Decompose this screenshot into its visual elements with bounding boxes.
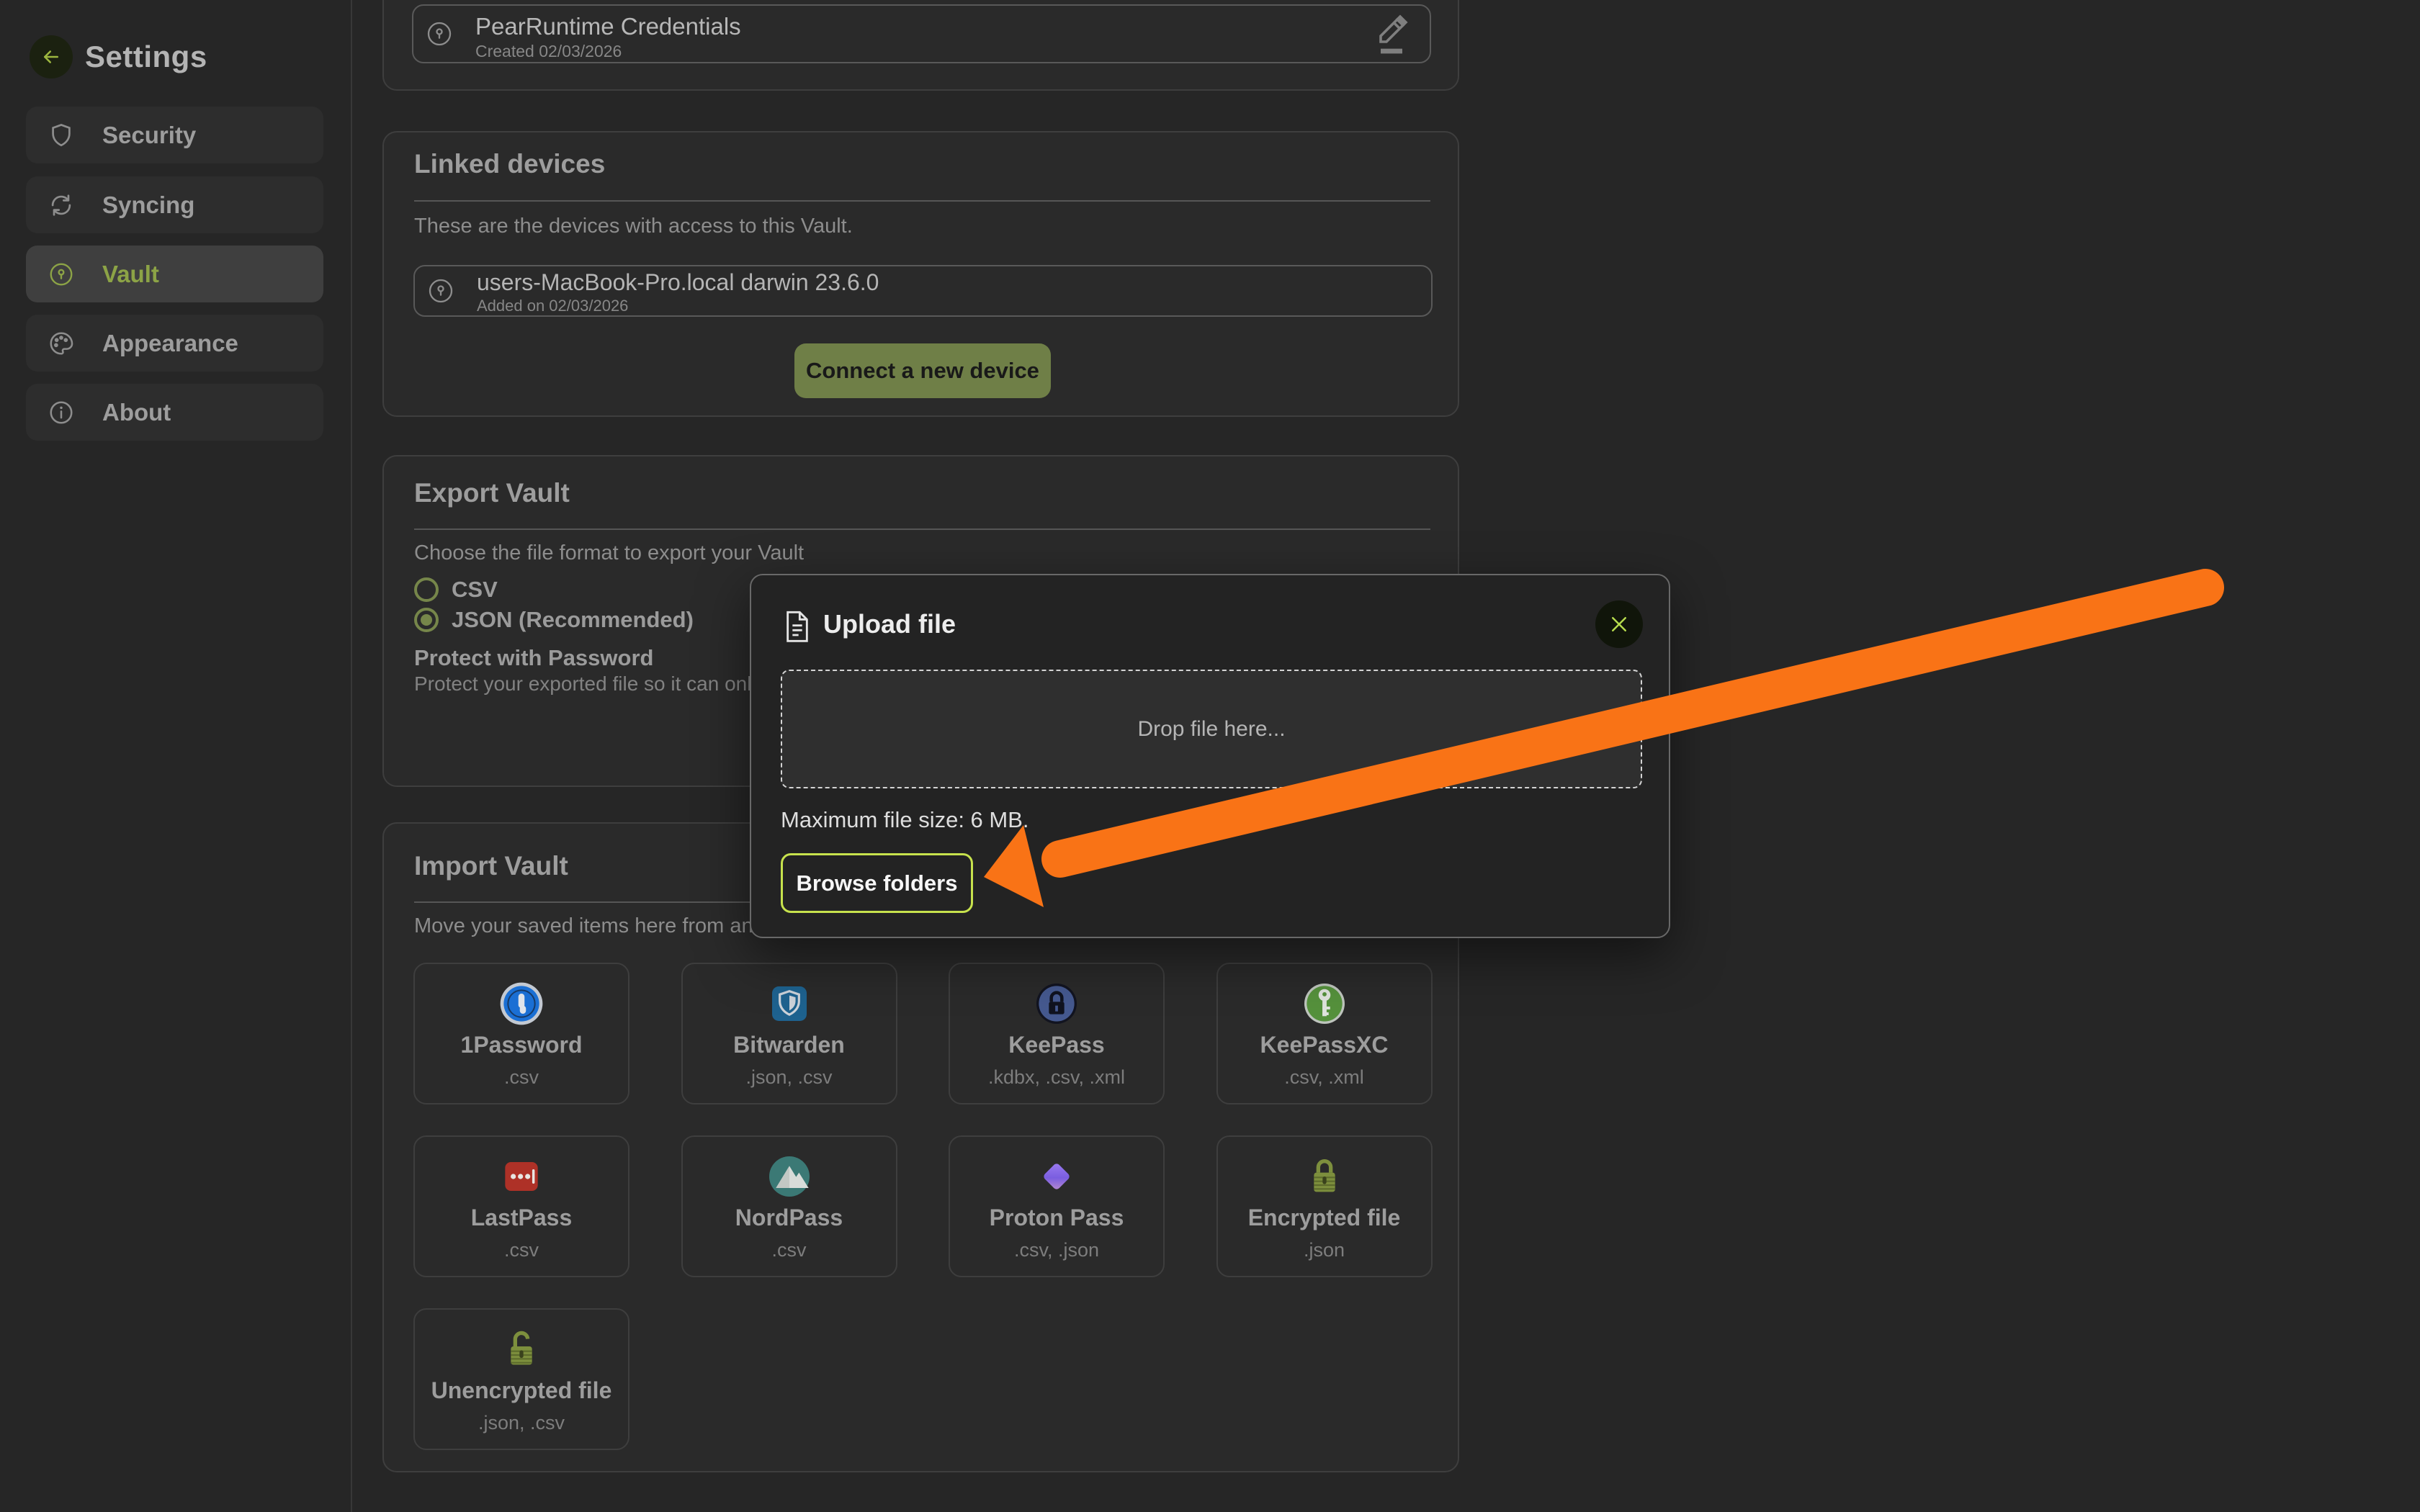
sidebar-item-security[interactable]: Security [26, 107, 323, 163]
unlock-icon [415, 1326, 628, 1373]
sidebar-item-about[interactable]: About [26, 384, 323, 441]
divider [414, 528, 1430, 530]
vault-credentials-item[interactable]: PearRuntime Credentials Created 02/03/20… [412, 4, 1431, 63]
radio-label: JSON (Recommended) [452, 607, 694, 633]
radio-selected-icon [414, 608, 439, 632]
import-tile-unencrypted-file[interactable]: Unencrypted file .json, .csv [413, 1308, 629, 1450]
vault-key-icon [48, 261, 75, 288]
key-icon [425, 19, 454, 48]
tile-name: LastPass [415, 1205, 628, 1231]
export-vault-heading: Export Vault [414, 478, 570, 508]
radio-csv[interactable]: CSV [414, 575, 694, 605]
device-row[interactable]: users-MacBook-Pro.local darwin 23.6.0 Ad… [413, 265, 1433, 317]
tile-name: Unencrypted file [415, 1377, 628, 1404]
radio-label: CSV [452, 577, 498, 603]
file-icon [783, 610, 812, 644]
sidebar-item-appearance[interactable]: Appearance [26, 315, 323, 372]
info-icon [48, 399, 75, 426]
page-title: Settings [85, 40, 207, 74]
sidebar-item-label: Security [102, 122, 196, 149]
max-file-size-note: Maximum file size: 6 MB. [781, 807, 1029, 833]
tile-name: NordPass [683, 1205, 896, 1231]
radio-unselected-icon [414, 577, 439, 602]
tile-formats: .json, .csv [683, 1066, 896, 1089]
import-tile-nordpass[interactable]: NordPass .csv [681, 1135, 897, 1277]
key-icon [426, 276, 455, 305]
upload-file-modal: Upload file Drop file here... Maximum fi… [750, 574, 1670, 938]
tile-name: Encrypted file [1218, 1205, 1431, 1231]
sidebar-item-label: Appearance [102, 330, 238, 357]
back-button[interactable] [30, 35, 73, 78]
protonpass-icon [950, 1153, 1163, 1200]
tile-name: Bitwarden [683, 1032, 896, 1058]
import-tile-lastpass[interactable]: LastPass .csv [413, 1135, 629, 1277]
tile-formats: .csv, .xml [1218, 1066, 1431, 1089]
import-tile-keepass[interactable]: KeePass .kdbx, .csv, .xml [949, 963, 1165, 1104]
lock-icon [1218, 1153, 1431, 1200]
modal-title: Upload file [823, 609, 956, 639]
nordpass-icon [683, 1153, 896, 1200]
import-vault-heading: Import Vault [414, 851, 568, 881]
tile-name: 1Password [415, 1032, 628, 1058]
sidebar-item-syncing[interactable]: Syncing [26, 176, 323, 233]
import-tile-keepassxc[interactable]: KeePassXC .csv, .xml [1216, 963, 1433, 1104]
import-tile-bitwarden[interactable]: Bitwarden .json, .csv [681, 963, 897, 1104]
tile-formats: .csv [415, 1066, 628, 1089]
device-added-date: Added on 02/03/2026 [477, 297, 628, 315]
palette-icon [48, 330, 75, 357]
tile-formats: .csv [683, 1239, 896, 1261]
protect-with-password-title: Protect with Password [414, 645, 653, 671]
shield-icon [48, 122, 75, 149]
divider [414, 200, 1430, 202]
sidebar-item-label: Vault [102, 261, 159, 288]
settings-sidebar: Settings Security Syncing Vault Appearance A… [0, 0, 352, 1512]
linked-devices-heading: Linked devices [414, 149, 605, 179]
tile-name: KeePassXC [1218, 1032, 1431, 1058]
tile-name: KeePass [950, 1032, 1163, 1058]
radio-json-recommended-[interactable]: JSON (Recommended) [414, 605, 694, 635]
import-tile-proton-pass[interactable]: Proton Pass .csv, .json [949, 1135, 1165, 1277]
sidebar-item-label: About [102, 399, 171, 426]
close-button[interactable] [1595, 600, 1643, 648]
tile-formats: .kdbx, .csv, .xml [950, 1066, 1163, 1089]
protect-with-password-description: Protect your exported file so it can onl… [414, 672, 789, 696]
back-arrow-icon [40, 46, 62, 68]
browse-folders-button[interactable]: Browse folders [781, 853, 973, 913]
linked-devices-card: Linked devices These are the devices wit… [382, 131, 1459, 417]
bitwarden-icon [683, 980, 896, 1027]
export-format-description: Choose the file format to export your Va… [414, 541, 804, 565]
sidebar-item-vault[interactable]: Vault [26, 246, 323, 302]
sync-icon [48, 192, 75, 219]
lastpass-icon [415, 1153, 628, 1200]
sidebar-item-label: Syncing [102, 192, 194, 219]
keepassxc-icon [1218, 980, 1431, 1027]
linked-devices-description: These are the devices with access to thi… [414, 215, 853, 238]
device-name: users-MacBook-Pro.local darwin 23.6.0 [477, 269, 879, 296]
vault-item-title: PearRuntime Credentials [475, 13, 741, 40]
close-icon [1608, 613, 1630, 635]
connect-new-device-button[interactable]: Connect a new device [794, 343, 1051, 398]
export-format-options: CSV JSON (Recommended) [414, 575, 694, 635]
keepass-icon [950, 980, 1163, 1027]
import-vault-description: Move your saved items here from another [414, 914, 801, 938]
file-dropzone[interactable]: Drop file here... [781, 670, 1642, 788]
onepassword-icon [415, 980, 628, 1027]
tile-formats: .csv [415, 1239, 628, 1261]
vault-item-created: Created 02/03/2026 [475, 42, 622, 61]
tile-name: Proton Pass [950, 1205, 1163, 1231]
tile-formats: .json, .csv [415, 1412, 628, 1434]
tile-formats: .json [1218, 1239, 1431, 1261]
import-tile-encrypted-file[interactable]: Encrypted file .json [1216, 1135, 1433, 1277]
dropzone-label: Drop file here... [1137, 717, 1285, 742]
tile-formats: .csv, .json [950, 1239, 1163, 1261]
edit-icon[interactable] [1373, 13, 1411, 58]
import-tile-1password[interactable]: 1Password .csv [413, 963, 629, 1104]
